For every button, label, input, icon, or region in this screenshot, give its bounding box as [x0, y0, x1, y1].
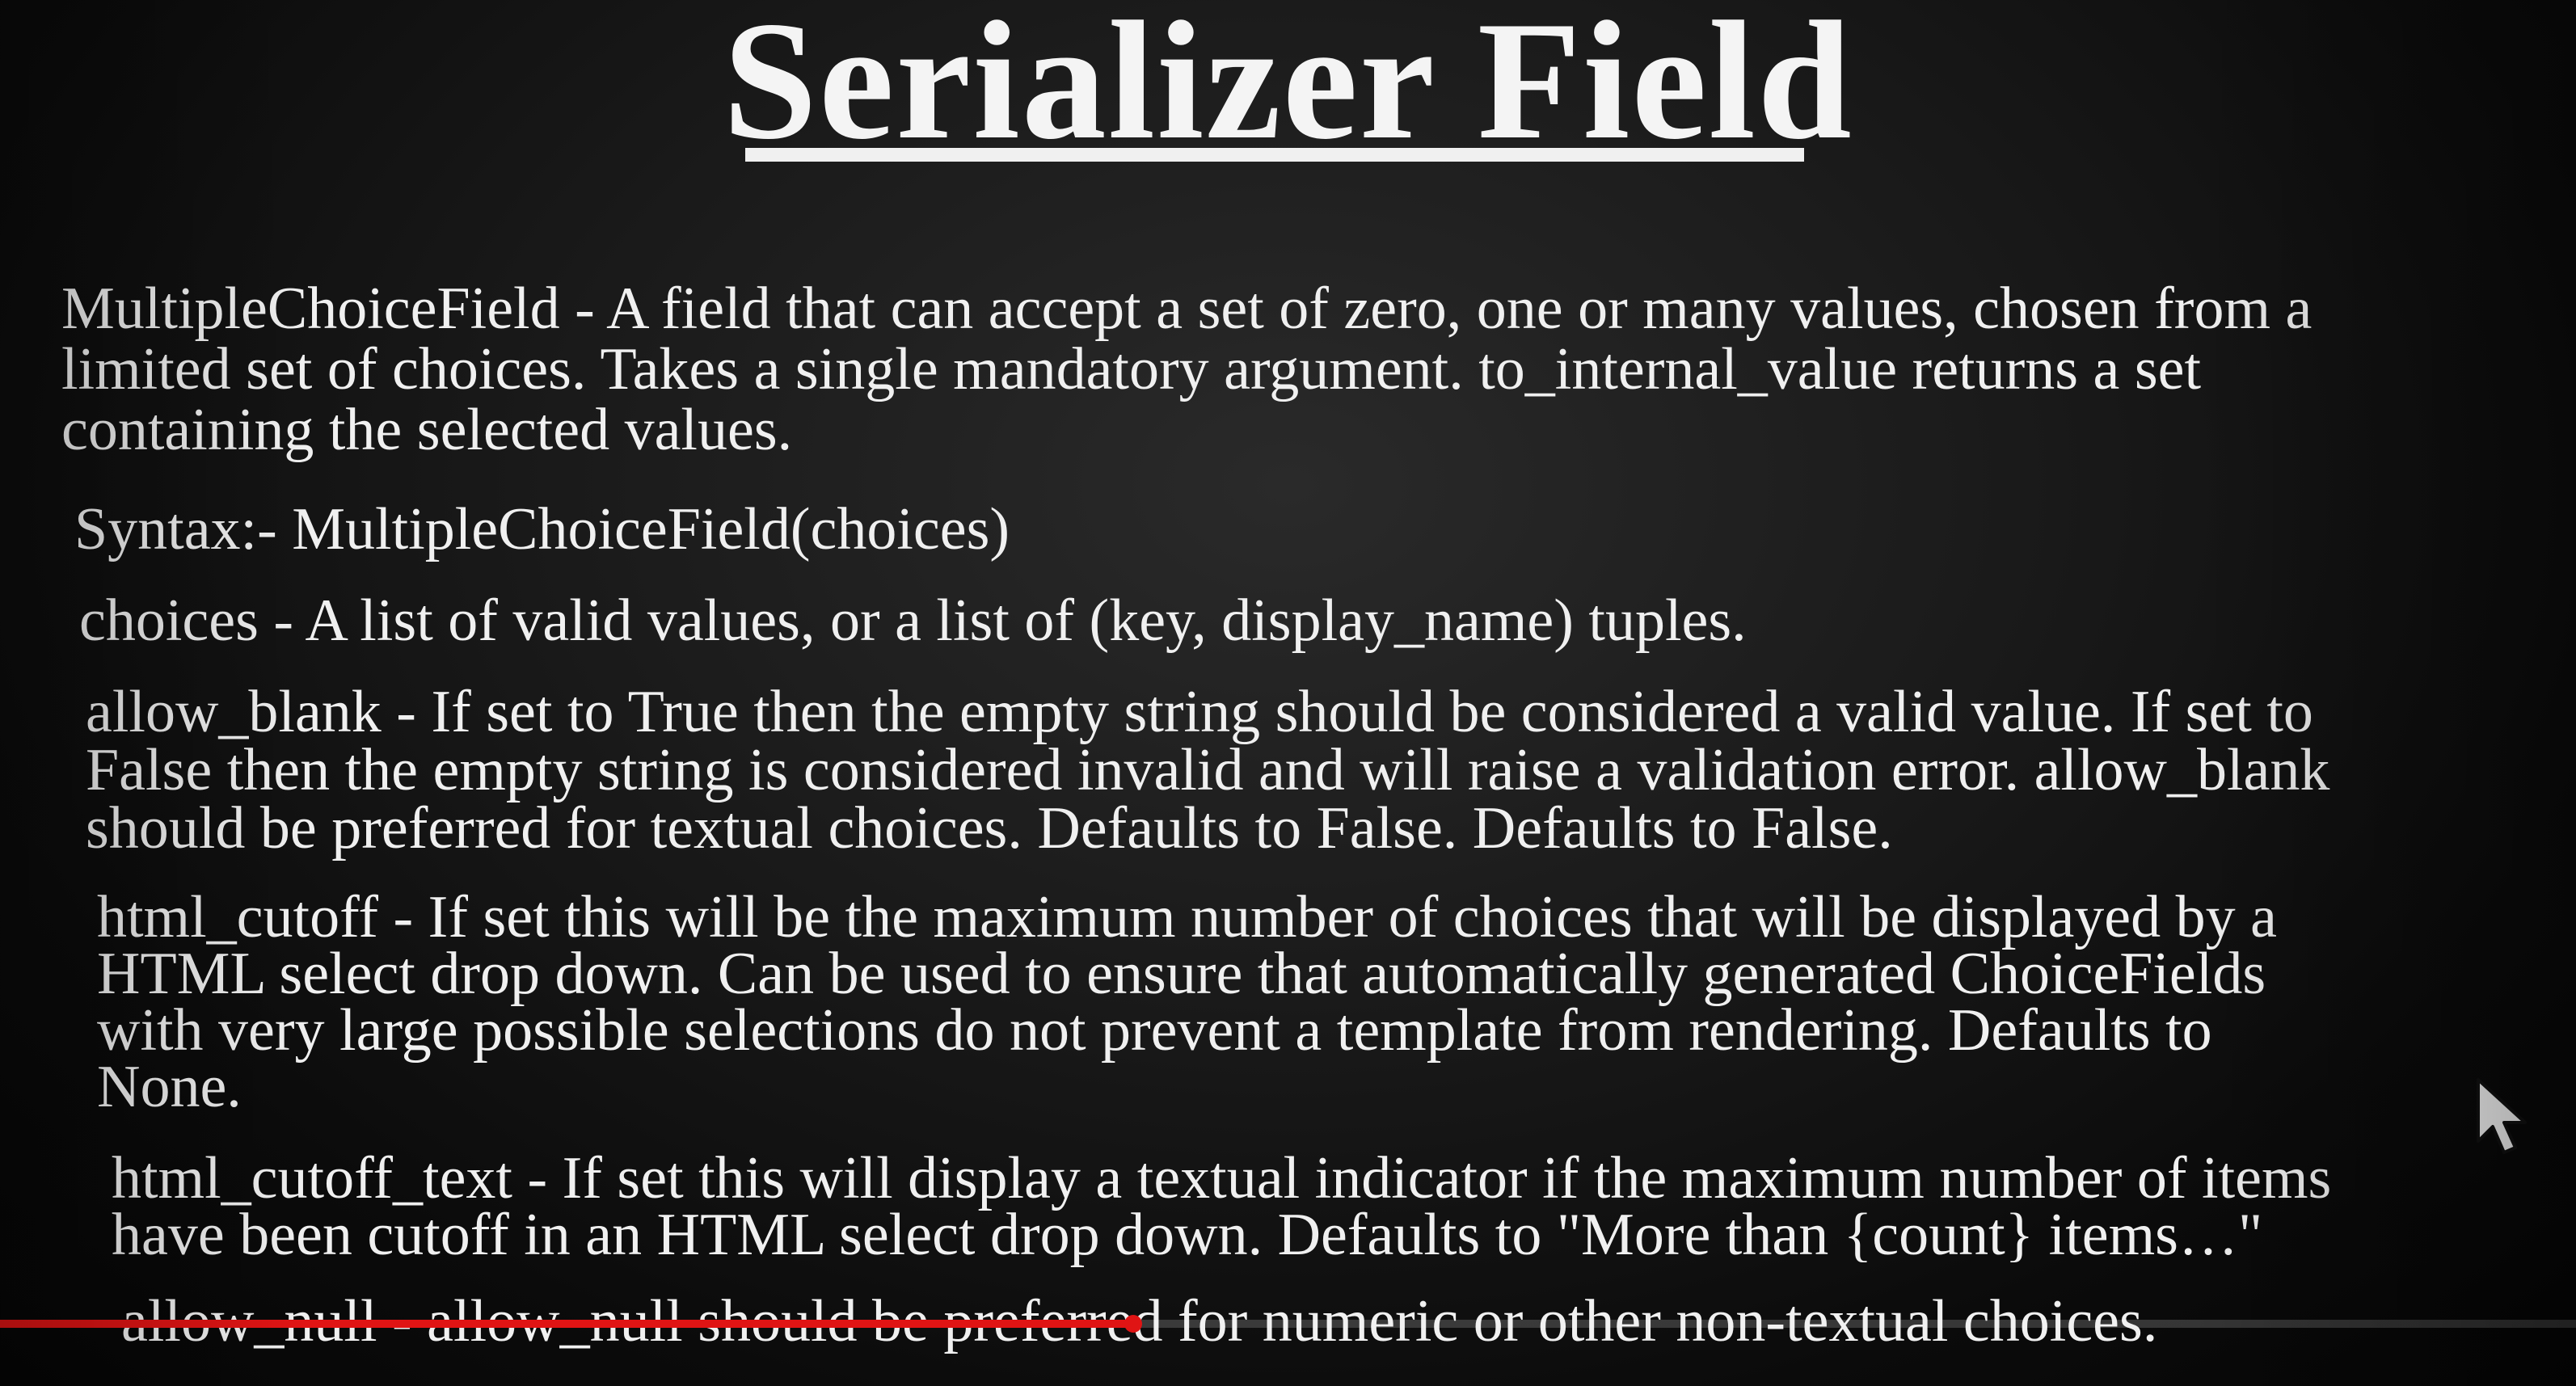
choices-argument-description: choices - A list of valid values, or a l…	[79, 591, 2553, 651]
slide-title: Serializer Field	[723, 0, 1853, 175]
description-line: should be preferred for textual choices.…	[86, 795, 1893, 862]
description-line: limited set of choices. Takes a single m…	[61, 336, 2202, 402]
syntax-line: Syntax:- MultipleChoiceField(choices)	[74, 499, 2548, 560]
multiple-choice-field-description: MultipleChoiceField - A field that can a…	[61, 279, 2535, 461]
description-line: MultipleChoiceField - A field that can a…	[61, 276, 2312, 342]
allow-blank-description: allow_blank - If set to True then the em…	[86, 679, 2559, 862]
title-underline	[745, 148, 1804, 162]
video-frame: Serializer Field MultipleChoiceField - A…	[0, 0, 2576, 1386]
description-line: False then the empty string is considere…	[86, 737, 2330, 803]
description-line: with very large possible selections do n…	[97, 997, 2212, 1064]
description-line: HTML select drop down. Can be used to en…	[97, 941, 2266, 1007]
description-line: html_cutoff_text - If set this will disp…	[112, 1145, 2332, 1211]
description-line: have been cutoff in an HTML select drop …	[112, 1202, 2263, 1268]
description-line: containing the selected values.	[61, 397, 793, 463]
description-line: html_cutoff - If set this will be the ma…	[97, 884, 2277, 950]
syntax-text: Syntax:- MultipleChoiceField(choices)	[74, 496, 1010, 562]
choices-text: choices - A list of valid values, or a l…	[79, 588, 1747, 654]
description-line: allow_blank - If set to True then the em…	[86, 679, 2313, 745]
mouse-pointer-icon	[2477, 1078, 2527, 1154]
progress-played	[0, 1320, 1134, 1328]
video-progress-bar[interactable]	[0, 1315, 2576, 1333]
html-cutoff-text-description: html_cutoff_text - If set this will disp…	[112, 1145, 2576, 1268]
description-line: None.	[97, 1054, 242, 1120]
html-cutoff-description: html_cutoff - If set this will be the ma…	[97, 884, 2570, 1120]
